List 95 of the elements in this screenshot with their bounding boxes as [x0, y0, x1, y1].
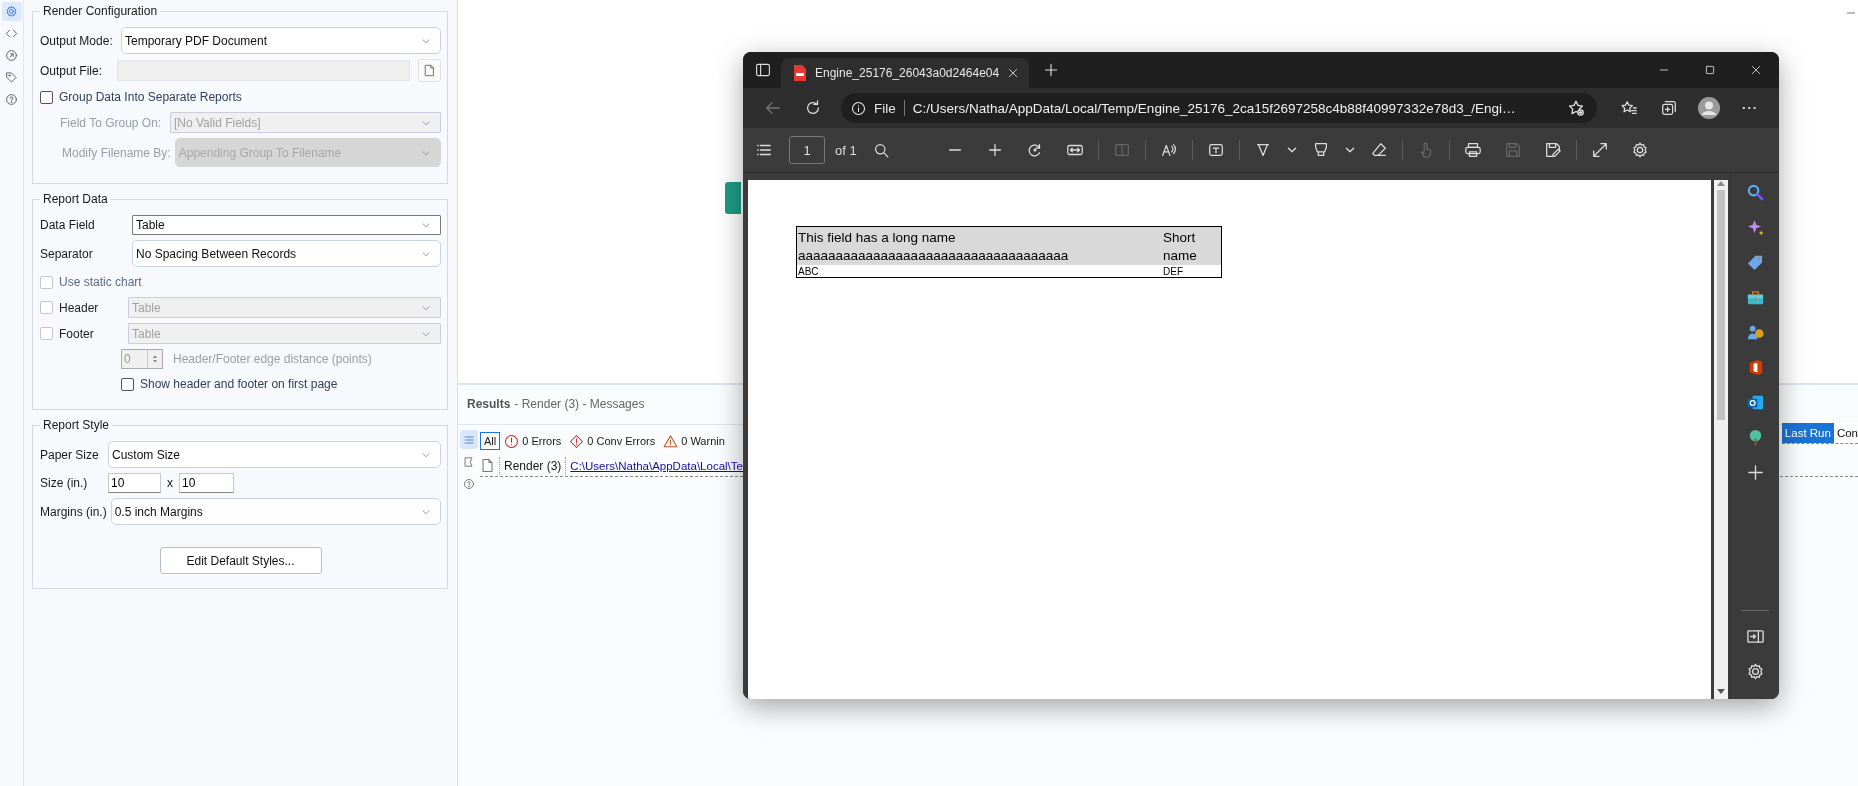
page-count: of 1 — [835, 142, 857, 158]
field-label: Margins (in.) — [40, 504, 107, 519]
field-label: Paper Size — [40, 447, 100, 462]
close-icon[interactable] — [1750, 64, 1762, 76]
collections-icon[interactable] — [1660, 99, 1678, 117]
search-icon[interactable] — [873, 141, 891, 159]
settings-icon[interactable] — [1630, 141, 1649, 159]
help-icon — [5, 93, 18, 106]
dropdown[interactable]: Table — [132, 215, 441, 235]
close-icon[interactable] — [1007, 67, 1020, 79]
tool-name: Render (3) — [499, 456, 567, 475]
sparkle-icon[interactable] — [1745, 218, 1765, 237]
dropdown[interactable]: 0.5 inch Margins — [110, 498, 441, 525]
add-icon[interactable] — [1745, 463, 1765, 482]
section-title: Report Data — [42, 192, 109, 206]
column-header: This field has a long name aaaaaaaaaaaaaaaaaaaaaaaaaaaaaaaaaaaa — [796, 226, 1162, 265]
pdf-file-icon — [793, 65, 807, 81]
text-box-icon[interactable] — [1206, 141, 1225, 159]
result-tab[interactable]: Last Run — [1781, 423, 1834, 443]
price-tag-icon[interactable] — [1745, 253, 1765, 272]
refresh-icon[interactable] — [804, 99, 822, 117]
result-tab[interactable]: Con — [1833, 423, 1858, 443]
column-header: Short name — [1162, 226, 1222, 265]
tab-actions-icon[interactable] — [755, 62, 771, 78]
document-icon — [423, 64, 436, 77]
field-label: Size (in.) — [40, 476, 89, 490]
dropdown[interactable]: Custom Size — [108, 441, 441, 468]
checkbox-label: Show header and footer on first page — [140, 377, 338, 391]
help-icon — [463, 477, 475, 490]
checkbox[interactable] — [121, 377, 134, 391]
people-icon[interactable] — [1745, 323, 1765, 342]
maximize-icon[interactable] — [1704, 64, 1716, 76]
spin-arrows-icon — [151, 353, 159, 365]
panel-title: Results — [467, 397, 511, 411]
height-input[interactable]: 10 — [179, 473, 234, 493]
sidebar-toggle-icon[interactable] — [1745, 627, 1765, 646]
checkbox-label: Header — [59, 300, 100, 315]
checkbox-label: Use static chart — [59, 275, 142, 289]
error-icon — [504, 433, 520, 449]
rail-button[interactable] — [1, 2, 22, 21]
favorites-icon[interactable] — [1620, 99, 1638, 117]
document-icon — [480, 458, 495, 473]
settings-icon — [5, 5, 18, 18]
section-title: Report Style — [42, 418, 111, 432]
dropdown[interactable]: Temporary PDF Document — [121, 27, 441, 54]
save-as-icon[interactable] — [1543, 141, 1562, 159]
field-label: Modify Filename By: — [62, 145, 171, 160]
tag-icon — [5, 71, 18, 84]
browser-tab[interactable]: Engine_25176_26043a0d2464e04 — [781, 58, 1030, 88]
checkbox[interactable] — [40, 90, 53, 104]
page-number-field[interactable]: 1 — [789, 136, 825, 164]
edit-default-styles-button[interactable]: Edit Default Styles... — [159, 547, 322, 574]
profile-avatar-icon[interactable] — [1698, 97, 1720, 119]
output-file-field[interactable] — [117, 60, 410, 81]
scroll-up-arrow-icon[interactable] — [1717, 180, 1725, 186]
add-favorite-icon[interactable] — [1567, 99, 1585, 117]
checkbox-label: Group Data Into Separate Reports — [59, 90, 242, 104]
field-label: Output Mode: — [40, 33, 114, 48]
list-icon — [463, 433, 475, 446]
field-label: Field To Group On: — [60, 115, 163, 130]
field-label: Separator — [40, 246, 94, 261]
warning-icon — [663, 433, 679, 449]
section-title: Render Configuration — [42, 4, 159, 18]
eraser-icon[interactable] — [1369, 141, 1388, 159]
search-icon[interactable] — [1745, 183, 1765, 202]
diamond-error-icon — [569, 433, 585, 449]
code-brackets-icon — [5, 27, 18, 40]
table-cell: DEF — [1162, 265, 1222, 278]
dropdown[interactable]: No Spacing Between Records — [132, 240, 441, 267]
address-bar[interactable]: File C:/Users/Natha/AppData/Local/Temp/Engine_25176_2ca15f2697258c4b88f40997332e78d3_/Engi… — [841, 93, 1597, 123]
field-label: Header/Footer edge distance (points) — [173, 352, 372, 366]
flag-icon — [463, 455, 475, 468]
scrollbar[interactable] — [1714, 180, 1728, 699]
toolbox-icon[interactable] — [1745, 288, 1765, 307]
browse-button[interactable] — [418, 59, 441, 82]
read-aloud-icon[interactable] — [1159, 141, 1178, 159]
field-label: Output File: — [40, 63, 104, 78]
info-icon — [851, 100, 866, 116]
field-label: Data Field — [40, 218, 96, 232]
width-input[interactable]: 10 — [108, 473, 161, 493]
filter-button[interactable]: 0 Errors — [500, 430, 566, 452]
file-link[interactable]: C:\Users\Natha\AppData\Local\Te — [570, 459, 743, 472]
checkbox-label: Footer — [59, 326, 95, 341]
new-tab-icon[interactable] — [1043, 62, 1060, 78]
panel-subtitle: - Render (3) - Messages — [514, 397, 645, 411]
filter-button[interactable]: All — [480, 432, 501, 450]
filter-button[interactable]: 0 Warnin — [659, 430, 729, 452]
print-icon[interactable] — [1463, 141, 1482, 159]
scroll-down-arrow-icon[interactable] — [1717, 689, 1725, 695]
filter-button[interactable]: 0 Conv Errors — [565, 430, 660, 452]
expand-icon[interactable] — [1590, 141, 1609, 159]
back-arrow-icon[interactable] — [764, 99, 782, 117]
mail-icon[interactable] — [1745, 393, 1765, 412]
times-sign: x — [167, 476, 173, 490]
table-cell: ABC — [796, 265, 1162, 278]
